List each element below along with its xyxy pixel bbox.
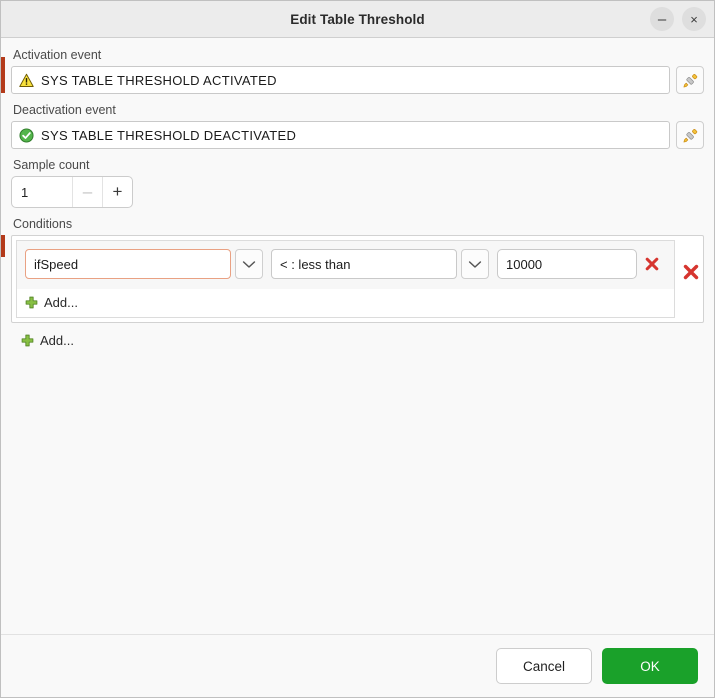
sample-count-decrement-button: – xyxy=(72,177,102,207)
conditions-label: Conditions xyxy=(13,217,73,231)
activation-event-label: Activation event xyxy=(13,48,102,62)
deactivation-event-label: Deactivation event xyxy=(13,103,116,117)
plus-icon xyxy=(25,296,38,309)
deactivation-event-picker-button[interactable] xyxy=(676,121,704,149)
condition-group-delete-button[interactable] xyxy=(683,264,699,280)
dialog-footer: Cancel OK xyxy=(1,634,714,697)
titlebar: Edit Table Threshold – × xyxy=(1,1,714,38)
conditions-panel: ifSpeed < : less than 10000 Add... xyxy=(11,235,704,323)
cancel-button[interactable]: Cancel xyxy=(496,648,592,684)
deactivation-event-value: SYS TABLE THRESHOLD DEACTIVATED xyxy=(41,127,297,143)
condition-group: ifSpeed < : less than 10000 Add... xyxy=(16,240,675,318)
add-condition-group-label: Add... xyxy=(40,333,74,348)
activation-event-field[interactable]: SYS TABLE THRESHOLD ACTIVATED xyxy=(11,66,670,94)
window-title: Edit Table Threshold xyxy=(290,11,425,27)
condition-operator-combo: < : less than xyxy=(271,249,489,279)
sample-count-group: Sample count 1 – + xyxy=(11,158,704,208)
activation-event-picker-button[interactable] xyxy=(676,66,704,94)
close-button[interactable]: × xyxy=(682,7,706,31)
chevron-down-icon xyxy=(468,260,482,268)
condition-attribute-input[interactable]: ifSpeed xyxy=(25,249,231,279)
add-condition-group-button[interactable]: Add... xyxy=(15,328,80,353)
condition-attribute-dropdown-button[interactable] xyxy=(235,249,263,279)
conditions-group: Conditions ifSpeed <: less than 10000 A… xyxy=(11,217,704,353)
window-controls: – × xyxy=(650,1,706,37)
eyedropper-icon xyxy=(683,73,697,87)
condition-delete-button[interactable] xyxy=(645,257,659,271)
conditions-error-marker xyxy=(1,235,5,257)
sample-count-increment-button[interactable]: + xyxy=(102,177,132,207)
minimize-button[interactable]: – xyxy=(650,7,674,31)
activation-event-group: Activation event SYS TABLE THRESHOLD ACT… xyxy=(11,48,704,94)
add-condition-button[interactable]: Add... xyxy=(17,289,84,317)
sample-count-stepper[interactable]: 1 – + xyxy=(11,176,133,208)
edit-table-threshold-dialog: Edit Table Threshold – × Activation even… xyxy=(0,0,715,698)
warning-triangle-icon xyxy=(19,73,34,87)
condition-row-band: ifSpeed < : less than 10000 xyxy=(17,241,674,289)
deactivation-event-row: SYS TABLE THRESHOLD DEACTIVATED xyxy=(11,121,704,149)
activation-error-marker xyxy=(1,57,5,93)
add-condition-label: Add... xyxy=(44,295,78,310)
condition-row: ifSpeed < : less than 10000 xyxy=(25,249,666,279)
dialog-content: Activation event SYS TABLE THRESHOLD ACT… xyxy=(1,38,714,634)
deactivation-event-group: Deactivation event SYS TABLE THRESHOLD D… xyxy=(11,103,704,149)
condition-operator-input[interactable]: < : less than xyxy=(271,249,457,279)
sample-count-input[interactable]: 1 xyxy=(12,177,72,207)
activation-event-value: SYS TABLE THRESHOLD ACTIVATED xyxy=(41,72,277,88)
deactivation-event-field[interactable]: SYS TABLE THRESHOLD DEACTIVATED xyxy=(11,121,670,149)
condition-operator-dropdown-button[interactable] xyxy=(461,249,489,279)
chevron-down-icon xyxy=(242,260,256,268)
eyedropper-icon xyxy=(683,128,697,142)
condition-attribute-combo: ifSpeed xyxy=(25,249,263,279)
check-circle-icon xyxy=(19,127,34,143)
condition-value-input[interactable]: 10000 xyxy=(497,249,637,279)
ok-button[interactable]: OK xyxy=(602,648,698,684)
sample-count-label: Sample count xyxy=(13,158,90,172)
plus-icon xyxy=(21,334,34,347)
activation-event-row: SYS TABLE THRESHOLD ACTIVATED xyxy=(11,66,704,94)
